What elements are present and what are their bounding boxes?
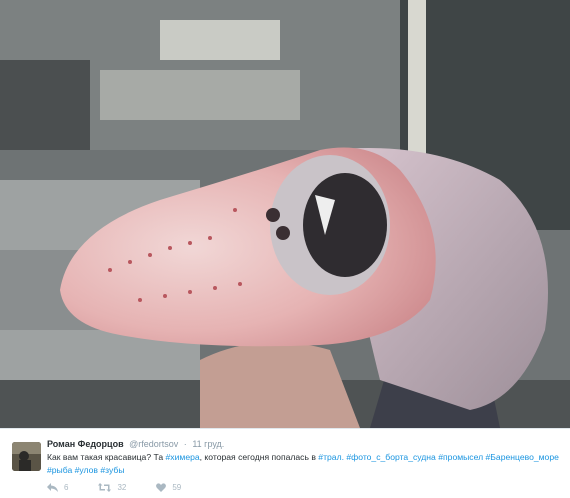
tweet-text-part-2: , которая сегодня попалась в (199, 452, 319, 462)
like-button[interactable]: 59 (156, 483, 181, 492)
hashtag-7[interactable]: #зубы (100, 465, 124, 475)
hashtag-chimera[interactable]: #химера (166, 452, 200, 462)
reply-count: 6 (64, 482, 69, 492)
hashtag-4[interactable]: #Баренцево_море (486, 452, 559, 462)
reply-button[interactable]: 6 (47, 482, 69, 492)
header-separator: · (183, 439, 187, 449)
user-name[interactable]: Роман Федорцов (47, 439, 124, 449)
tweet-text-part-1: Как вам такая красавица? Та (47, 452, 166, 462)
tweet-actions: 6 32 59 (47, 481, 211, 493)
retweet-count: 32 (117, 482, 127, 492)
avatar-image (12, 442, 41, 471)
retweet-icon (98, 482, 112, 492)
tweet-header: Роман Федорцов @rfedortsov · 11 груд. (47, 439, 224, 449)
hashtag-3[interactable]: #промысел (438, 452, 483, 462)
retweet-button[interactable]: 32 (98, 482, 127, 492)
chimera-fish-image (0, 0, 570, 428)
tweet-text: Как вам такая красавица? Та #химера, кот… (47, 451, 562, 477)
user-handle[interactable]: @rfedortsov (129, 439, 178, 449)
hashtag-5[interactable]: #рыба (47, 465, 72, 475)
hashtag-1[interactable]: #трал. (318, 452, 344, 462)
tweet-card: Роман Федорцов @rfedortsov · 11 груд. Ка… (0, 428, 570, 498)
tweet-timestamp[interactable]: 11 груд. (192, 439, 224, 449)
avatar[interactable] (12, 442, 41, 471)
hashtag-2[interactable]: #фото_с_борта_судна (346, 452, 435, 462)
hashtag-6[interactable]: #улов (75, 465, 98, 475)
like-count: 59 (172, 482, 182, 492)
tweet-photo[interactable] (0, 0, 570, 428)
heart-icon (156, 482, 167, 492)
reply-icon (47, 482, 58, 492)
